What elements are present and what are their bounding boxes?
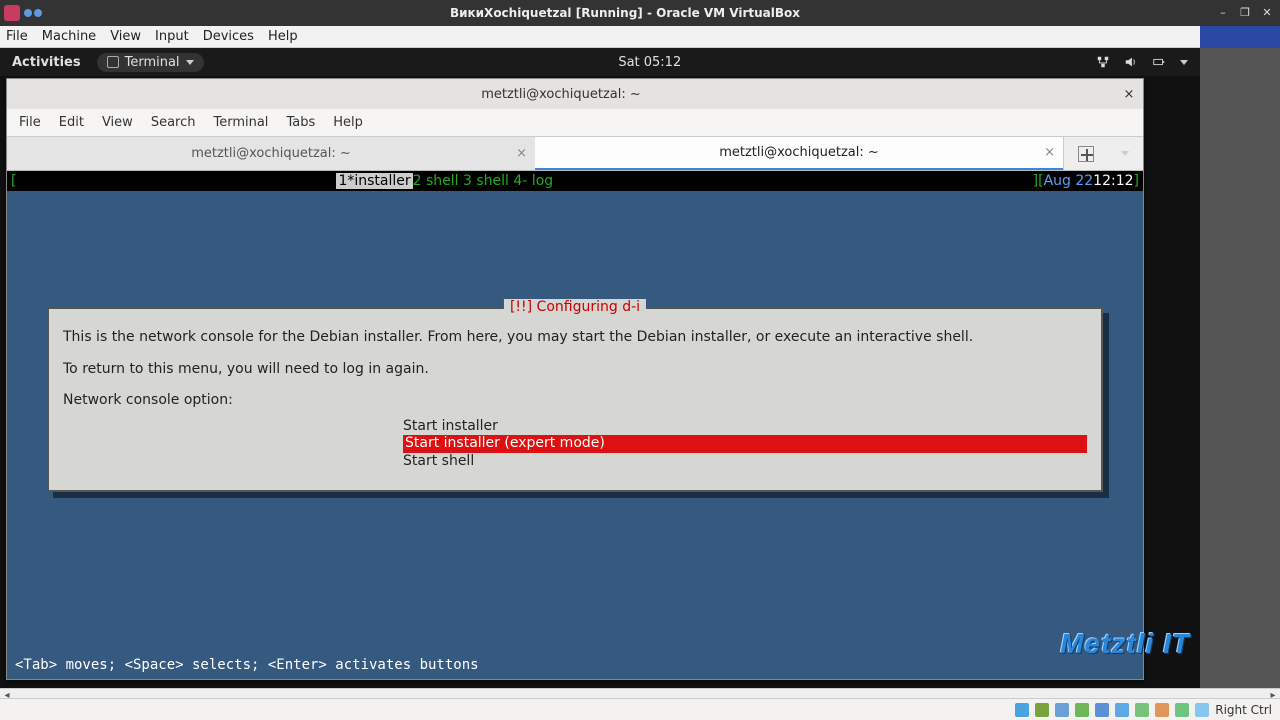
distro-logo-icon bbox=[4, 5, 20, 21]
vb-menu-machine[interactable]: Machine bbox=[42, 29, 96, 44]
virtualbox-window-title: ВикиXochiquetzal [Running] - Oracle VM V… bbox=[42, 6, 1208, 20]
installer-dialog-title: [!!] Configuring d-i bbox=[504, 299, 646, 317]
vm-running-icon bbox=[24, 9, 42, 17]
virtualbox-menubar: File Machine View Input Devices Help bbox=[0, 26, 1280, 48]
installer-para2: To return to this menu, you will need to… bbox=[63, 361, 1087, 379]
guest-display: Activities Terminal Sat 05:12 metztli@xo… bbox=[0, 48, 1200, 688]
vb-menu-file[interactable]: File bbox=[6, 29, 28, 44]
terminal-close-button[interactable]: × bbox=[1115, 80, 1143, 108]
background-window-controls: – ❐ ✕ bbox=[1200, 0, 1280, 26]
installer-prompt: Network console option: bbox=[63, 392, 1087, 410]
terminal-tabstrip: metztli@xochiquetzal: ~ × metztli@xochiq… bbox=[7, 137, 1143, 171]
installer-option-start[interactable]: Start installer bbox=[403, 418, 1087, 436]
terminal-body[interactable]: [!!] Configuring d-i This is the network… bbox=[11, 191, 1139, 675]
new-tab-icon[interactable] bbox=[1078, 146, 1094, 162]
terminal-menubar: File Edit View Search Terminal Tabs Help bbox=[7, 109, 1143, 137]
virtualbox-statusbar: Right Ctrl bbox=[0, 698, 1280, 720]
status-date: Aug 22 bbox=[1044, 173, 1094, 189]
status-usb-icon bbox=[1075, 703, 1089, 717]
watermark-label: Metztli IT bbox=[1060, 628, 1190, 660]
clock-label[interactable]: Sat 05:12 bbox=[204, 55, 1096, 70]
bg-maximize-icon[interactable]: ❐ bbox=[1238, 6, 1252, 20]
app-menu-label: Terminal bbox=[125, 55, 180, 70]
network-icon bbox=[1096, 55, 1110, 69]
tab-close-icon[interactable]: × bbox=[1044, 145, 1055, 160]
installer-option-list: Start installer Start installer (expert … bbox=[403, 418, 1087, 471]
terminal-tab-label: metztli@xochiquetzal: ~ bbox=[719, 145, 879, 160]
gnome-topbar: Activities Terminal Sat 05:12 bbox=[0, 48, 1200, 76]
installer-help-line: <Tab> moves; <Space> selects; <Enter> ac… bbox=[15, 657, 479, 673]
installer-option-shell[interactable]: Start shell bbox=[403, 453, 1087, 471]
status-key-icon bbox=[1195, 703, 1209, 717]
status-net-icon bbox=[1055, 703, 1069, 717]
status-hdd-icon bbox=[1015, 703, 1029, 717]
vb-menu-view[interactable]: View bbox=[110, 29, 141, 44]
terminal-tab-1[interactable]: metztli@xochiquetzal: ~ × bbox=[535, 137, 1063, 170]
term-menu-help[interactable]: Help bbox=[333, 115, 363, 130]
status-display-icon bbox=[1115, 703, 1129, 717]
vb-menu-devices[interactable]: Devices bbox=[203, 29, 254, 44]
status-cd-icon bbox=[1035, 703, 1049, 717]
terminal-window-title: metztli@xochiquetzal: ~ bbox=[7, 87, 1115, 102]
terminal-window: metztli@xochiquetzal: ~ × File Edit View… bbox=[6, 78, 1144, 680]
system-tray[interactable] bbox=[1096, 55, 1200, 69]
term-menu-tabs[interactable]: Tabs bbox=[286, 115, 315, 130]
hostkey-label: Right Ctrl bbox=[1215, 703, 1272, 717]
chevron-down-icon bbox=[186, 60, 194, 65]
status-cpu-icon bbox=[1155, 703, 1169, 717]
terminal-icon bbox=[107, 56, 119, 68]
status-active-window: 1*installer bbox=[336, 173, 412, 189]
status-window-list: 2 shell 3 shell 4- log bbox=[413, 173, 554, 189]
tray-chevron-down-icon bbox=[1180, 60, 1188, 65]
term-menu-view[interactable]: View bbox=[102, 115, 133, 130]
activities-button[interactable]: Activities bbox=[12, 55, 81, 70]
installer-option-expert[interactable]: Start installer (expert mode) bbox=[403, 435, 1087, 453]
vb-menu-input[interactable]: Input bbox=[155, 29, 189, 44]
status-right-bracket: ][ bbox=[1033, 173, 1044, 189]
status-mouse-icon bbox=[1175, 703, 1189, 717]
debian-installer-dialog: [!!] Configuring d-i This is the network… bbox=[47, 307, 1103, 492]
term-menu-search[interactable]: Search bbox=[151, 115, 196, 130]
bg-close-icon[interactable]: ✕ bbox=[1260, 6, 1274, 20]
battery-icon bbox=[1152, 55, 1166, 69]
terminal-tab-0[interactable]: metztli@xochiquetzal: ~ × bbox=[7, 137, 535, 170]
installer-para1: This is the network console for the Debi… bbox=[63, 329, 1087, 347]
app-menu[interactable]: Terminal bbox=[97, 53, 204, 72]
tab-menu-chevron-down-icon[interactable] bbox=[1121, 151, 1129, 156]
vb-menu-help[interactable]: Help bbox=[268, 29, 298, 44]
status-shared-icon bbox=[1095, 703, 1109, 717]
vb-left-icons bbox=[0, 5, 42, 21]
status-open-bracket: [ bbox=[11, 173, 16, 189]
multiplexer-status-line: [ 1*installer 2 shell 3 shell 4- log ][ … bbox=[7, 171, 1143, 191]
status-time: 12:12 bbox=[1093, 173, 1133, 189]
term-menu-terminal[interactable]: Terminal bbox=[213, 115, 268, 130]
tab-close-icon[interactable]: × bbox=[516, 146, 527, 161]
bg-minimize-icon[interactable]: – bbox=[1216, 6, 1230, 20]
term-menu-file[interactable]: File bbox=[19, 115, 41, 130]
terminal-titlebar: metztli@xochiquetzal: ~ × bbox=[7, 79, 1143, 109]
volume-icon bbox=[1124, 55, 1138, 69]
status-rec-icon bbox=[1135, 703, 1149, 717]
status-end-bracket: ] bbox=[1134, 173, 1139, 189]
virtualbox-titlebar: ВикиXochiquetzal [Running] - Oracle VM V… bbox=[0, 0, 1280, 26]
term-menu-edit[interactable]: Edit bbox=[59, 115, 84, 130]
terminal-tab-actions bbox=[1063, 137, 1143, 170]
terminal-tab-label: metztli@xochiquetzal: ~ bbox=[191, 146, 351, 161]
